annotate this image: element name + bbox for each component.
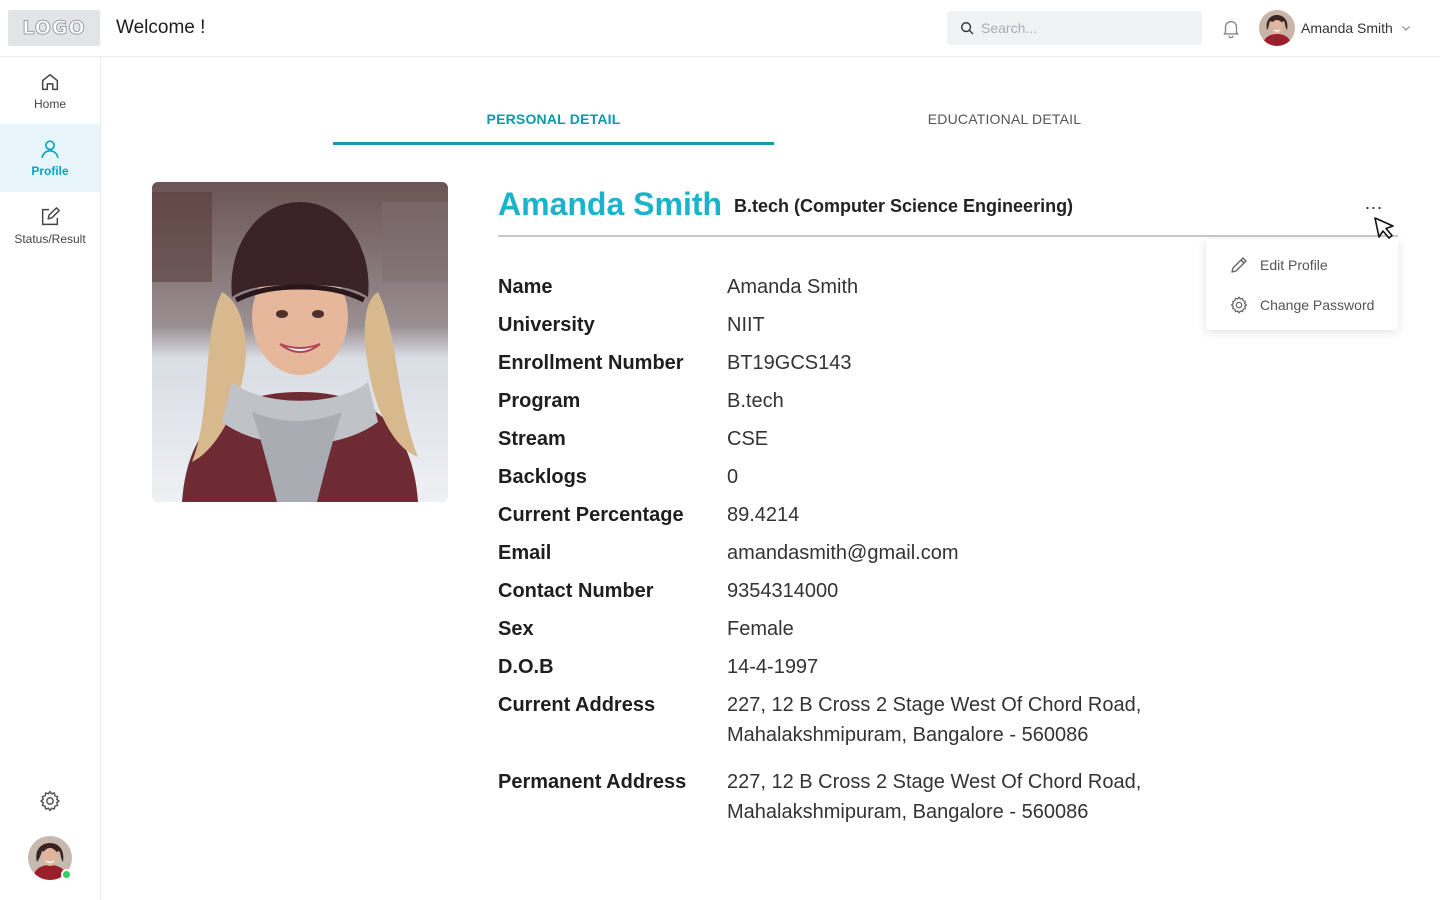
edit-profile-menu-item[interactable]: Edit Profile — [1206, 245, 1398, 285]
gear-icon — [1230, 296, 1248, 314]
detail-value: BT19GCS143 — [727, 352, 852, 374]
detail-row: Email amandasmith@gmail.com — [498, 540, 1198, 578]
sidebar: Home Profile Status/Result — [0, 57, 101, 900]
avatar — [1259, 10, 1295, 46]
detail-value: 227, 12 B Cross 2 Stage West Of Chord Ro… — [727, 694, 1142, 746]
logo[interactable]: LOGO — [8, 10, 100, 46]
detail-value: 227, 12 B Cross 2 Stage West Of Chord Ro… — [727, 771, 1142, 823]
search-box[interactable] — [947, 11, 1202, 45]
welcome-text: Welcome ! — [116, 17, 206, 38]
detail-label: Permanent Address — [498, 771, 687, 793]
chevron-down-icon — [1401, 26, 1410, 31]
header-divider — [498, 235, 1398, 237]
detail-label: Program — [498, 390, 581, 412]
pencil-icon — [1231, 257, 1247, 273]
detail-value: B.tech — [727, 390, 784, 412]
detail-row: Backlogs 0 — [498, 464, 1198, 502]
sidebar-item-label: Profile — [31, 164, 69, 178]
detail-label: Current Address — [498, 694, 656, 716]
more-options-button[interactable]: ... — [1360, 194, 1388, 216]
details-list: Name Amanda Smith University NIIT Enrollme… — [498, 274, 1198, 829]
detail-label: Sex — [498, 618, 534, 640]
sidebar-avatar[interactable] — [28, 836, 72, 880]
detail-row: Name Amanda Smith — [498, 274, 1198, 312]
detail-row: D.O.B 14-4-1997 — [498, 654, 1198, 692]
profile-name: Amanda Smith — [498, 186, 723, 222]
user-menu[interactable]: Amanda Smith — [1259, 10, 1411, 46]
profile-photo — [152, 182, 448, 502]
detail-label: University — [498, 314, 595, 336]
detail-row: Program B.tech — [498, 388, 1198, 426]
edit-icon — [41, 207, 60, 226]
settings-icon[interactable] — [38, 789, 62, 813]
detail-value: Amanda Smith — [727, 276, 859, 298]
home-icon — [41, 73, 59, 91]
user-name: Amanda Smith — [1301, 20, 1393, 36]
user-icon — [41, 140, 59, 159]
detail-label: Current Percentage — [498, 504, 684, 526]
search-icon — [961, 22, 974, 35]
options-dropdown: Edit Profile Change Password — [1206, 239, 1398, 330]
detail-row: Current Percentage 89.4214 — [498, 502, 1198, 540]
sidebar-item-label: Home — [33, 97, 66, 111]
search-input[interactable] — [981, 20, 1191, 36]
detail-value: amandasmith@gmail.com — [727, 542, 959, 564]
detail-value: 14-4-1997 — [727, 656, 819, 678]
detail-row: Permanent Address 227, 12 B Cross 2 Stage… — [498, 769, 1198, 829]
detail-label: Backlogs — [498, 466, 587, 488]
detail-row: Enrollment Number BT19GCS143 — [498, 350, 1198, 388]
bell-icon[interactable] — [1220, 17, 1242, 39]
mouse-cursor-icon — [1374, 217, 1394, 239]
change-password-menu-item[interactable]: Change Password — [1206, 285, 1398, 325]
tab-educational-detail[interactable]: EDUCATIONAL DETAIL — [784, 100, 1225, 145]
detail-label: Contact Number — [498, 580, 654, 602]
detail-value: 0 — [727, 466, 739, 488]
detail-value: Female — [727, 618, 794, 640]
profile-degree: B.tech (Computer Science Engineering) — [734, 196, 1074, 216]
detail-row: Sex Female — [498, 616, 1198, 654]
sidebar-item-profile[interactable]: Profile — [0, 124, 100, 192]
online-status-dot — [61, 869, 72, 880]
detail-row: University NIIT — [498, 312, 1198, 350]
detail-value: 9354314000 — [727, 580, 839, 602]
tab-personal-detail[interactable]: PERSONAL DETAIL — [333, 100, 774, 145]
detail-label: Enrollment Number — [498, 352, 684, 374]
detail-label: D.O.B — [498, 656, 554, 678]
detail-value: NIIT — [727, 314, 765, 336]
sidebar-item-status-result[interactable]: Status/Result — [0, 192, 100, 260]
detail-label: Email — [498, 542, 552, 564]
detail-label: Name — [498, 276, 553, 298]
top-bar: LOGO Welcome ! Amanda Smith — [0, 0, 1440, 57]
detail-row: Stream CSE — [498, 426, 1198, 464]
sidebar-item-home[interactable]: Home — [0, 57, 100, 125]
detail-value: CSE — [727, 428, 769, 450]
detail-row: Current Address 227, 12 B Cross 2 Stage W… — [498, 692, 1198, 769]
sidebar-item-label: Status/Result — [14, 232, 86, 246]
detail-value: 89.4214 — [727, 504, 800, 526]
detail-row: Contact Number 9354314000 — [498, 578, 1198, 616]
detail-label: Stream — [498, 428, 566, 450]
